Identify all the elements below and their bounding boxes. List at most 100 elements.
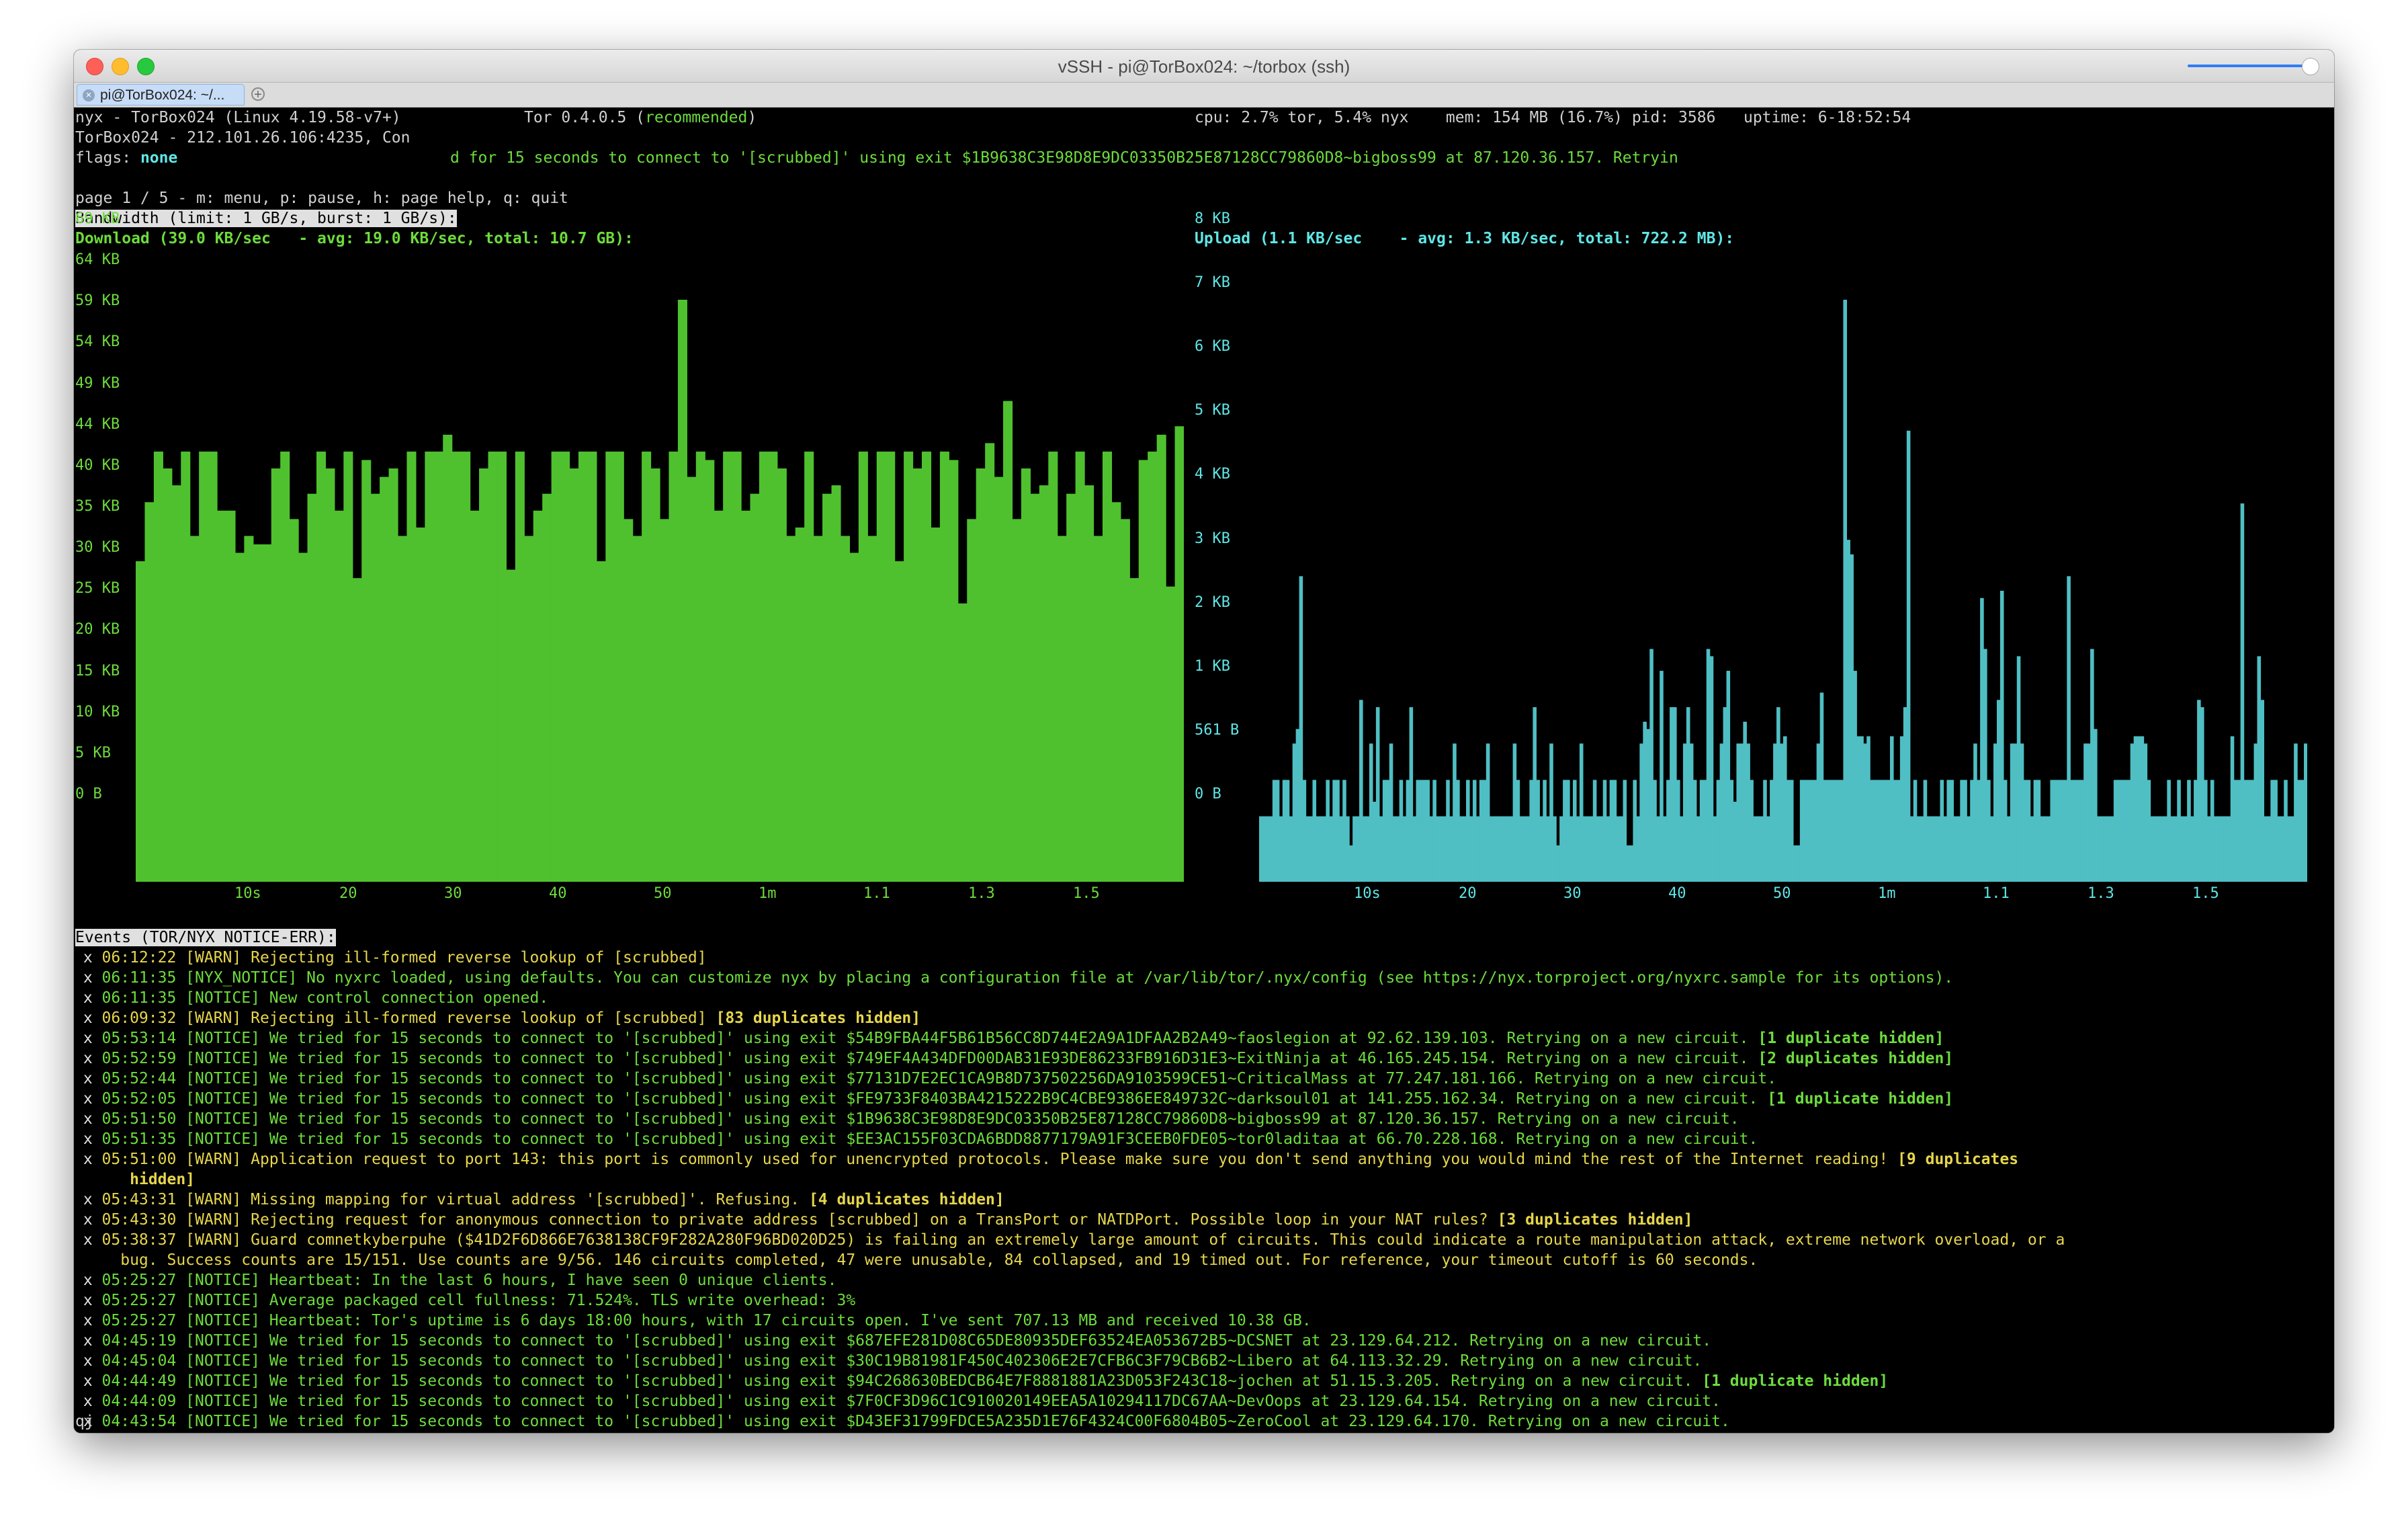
chart-bar <box>876 451 886 882</box>
chart-bar <box>1856 736 1860 882</box>
chart-bar <box>1402 816 1407 882</box>
chart-bar <box>1516 780 1520 882</box>
chart-bar <box>1352 816 1357 882</box>
chart-bar <box>1359 700 1363 882</box>
chart-bar <box>904 451 914 882</box>
chart-bar <box>1926 816 1931 882</box>
close-tab-icon[interactable]: × <box>83 89 95 101</box>
tab-ssh-session[interactable]: × pi@TorBox024: ~/... <box>77 84 245 106</box>
event-mark: x <box>74 1151 102 1168</box>
chart-bar <box>1699 780 1704 882</box>
chart-bar <box>533 510 543 882</box>
chart-bar <box>1909 816 1914 882</box>
event-row: x 05:51:50 [NOTICE] We tried for 15 seco… <box>74 1109 1739 1129</box>
chart-bar <box>1629 845 1634 882</box>
chart-bar <box>1970 780 1974 882</box>
chart-bar <box>985 443 995 882</box>
chart-bar <box>1679 816 1684 882</box>
chart-bar <box>2047 816 2051 882</box>
chart-bar <box>1826 780 1831 882</box>
chart-bar <box>1756 816 1760 882</box>
tab-bar: × pi@TorBox024: ~/... + <box>74 83 2334 108</box>
chart-bar <box>1275 780 1280 882</box>
x-tick-label: 30 <box>444 885 462 902</box>
chart-bar <box>2080 780 2084 882</box>
chart-bar <box>2036 780 2041 882</box>
chart-bar <box>1960 780 1964 882</box>
chart-bar <box>2250 780 2255 882</box>
event-mark: x <box>74 1009 102 1027</box>
chart-bar <box>144 502 155 882</box>
chart-bar <box>750 493 760 882</box>
chart-bar <box>1509 816 1514 882</box>
y-tick-label: 35 KB <box>75 498 120 515</box>
chart-bar <box>614 451 624 882</box>
chart-bar <box>1363 816 1367 882</box>
chart-bar <box>660 519 670 882</box>
event-message: bug. Success counts are 15/151. Use coun… <box>101 1251 1758 1269</box>
event-message: 05:52:05 [NOTICE] We tried for 15 second… <box>101 1090 1758 1108</box>
chart-bar <box>858 451 868 882</box>
event-duplicates: hidden] <box>101 1171 196 1188</box>
chart-bar <box>1456 780 1460 882</box>
chart-bar <box>488 451 498 882</box>
event-row: x 04:43:39 [NOTICE] We tried for 15 seco… <box>74 1432 1730 1433</box>
title-bar: vSSH - pi@TorBox024: ~/torbox (ssh) <box>74 50 2334 83</box>
event-row: x 04:45:19 [NOTICE] We tried for 15 seco… <box>74 1331 1711 1351</box>
chart-bar <box>425 451 435 882</box>
chart-bar <box>1877 780 1881 882</box>
event-message: 05:53:14 [NOTICE] We tried for 15 second… <box>101 1030 1749 1047</box>
chart-bar <box>1920 816 1924 882</box>
chart-bar <box>669 451 679 882</box>
chart-bar <box>2223 816 2228 882</box>
event-row: x 06:11:35 [NOTICE] New control connecti… <box>74 988 548 1008</box>
chart-bar <box>2247 780 2251 882</box>
chart-bar <box>370 493 380 882</box>
chart-bar <box>2060 780 2064 882</box>
chart-bar <box>1753 816 1757 882</box>
event-message: 04:45:19 [NOTICE] We tried for 15 second… <box>101 1332 1712 1350</box>
prompt-fragment: qj <box>75 1413 94 1430</box>
y-tick-label: 44 KB <box>75 415 120 433</box>
x-tick-label: 10s <box>234 885 261 902</box>
chart-bar <box>1723 707 1727 882</box>
chart-bar <box>2094 729 2098 882</box>
chart-bar <box>1449 816 1453 882</box>
chart-bar <box>2116 780 2121 882</box>
chart-bar <box>1305 816 1310 882</box>
chart-bar <box>415 527 425 882</box>
chart-bar <box>234 552 245 882</box>
chart-bar <box>1102 451 1113 882</box>
chart-bar <box>1736 743 1741 882</box>
chart-bar <box>1602 780 1607 882</box>
chart-bar <box>2194 780 2198 882</box>
x-tick-label: 50 <box>1773 885 1791 902</box>
x-tick-label: 1.1 <box>1983 885 2010 902</box>
event-row: x 05:43:30 [WARN] Rejecting request for … <box>74 1210 1693 1230</box>
chart-bar <box>171 485 181 882</box>
x-tick-label: 40 <box>549 885 567 902</box>
chart-bar <box>1643 721 1647 882</box>
x-tick-label: 1m <box>759 885 777 902</box>
chart-bar <box>1633 780 1637 882</box>
chart-bar <box>2210 780 2214 882</box>
chart-bar <box>1573 780 1577 882</box>
x-tick-label: 1.3 <box>968 885 995 902</box>
chart-bar <box>795 527 805 882</box>
chart-bar <box>2097 816 2101 882</box>
new-tab-button[interactable]: + <box>251 87 265 101</box>
upload-chart <box>1259 300 2307 882</box>
font-size-slider[interactable] <box>2188 58 2319 75</box>
chart-bar <box>1896 780 1901 882</box>
chart-bar <box>2157 816 2161 882</box>
chart-bar <box>1048 451 1058 882</box>
chart-bar <box>2077 780 2081 882</box>
event-mark: x <box>74 1312 102 1329</box>
chart-bar <box>1389 743 1393 882</box>
chart-bar <box>1499 816 1504 882</box>
chart-bar <box>741 510 751 882</box>
chart-bar <box>1853 671 1857 882</box>
chart-bar <box>1663 816 1667 882</box>
slider-knob[interactable] <box>2302 58 2319 75</box>
terminal[interactable]: nyx - TorBox024 (Linux 4.19.58-v7+) Tor … <box>74 108 2334 1433</box>
